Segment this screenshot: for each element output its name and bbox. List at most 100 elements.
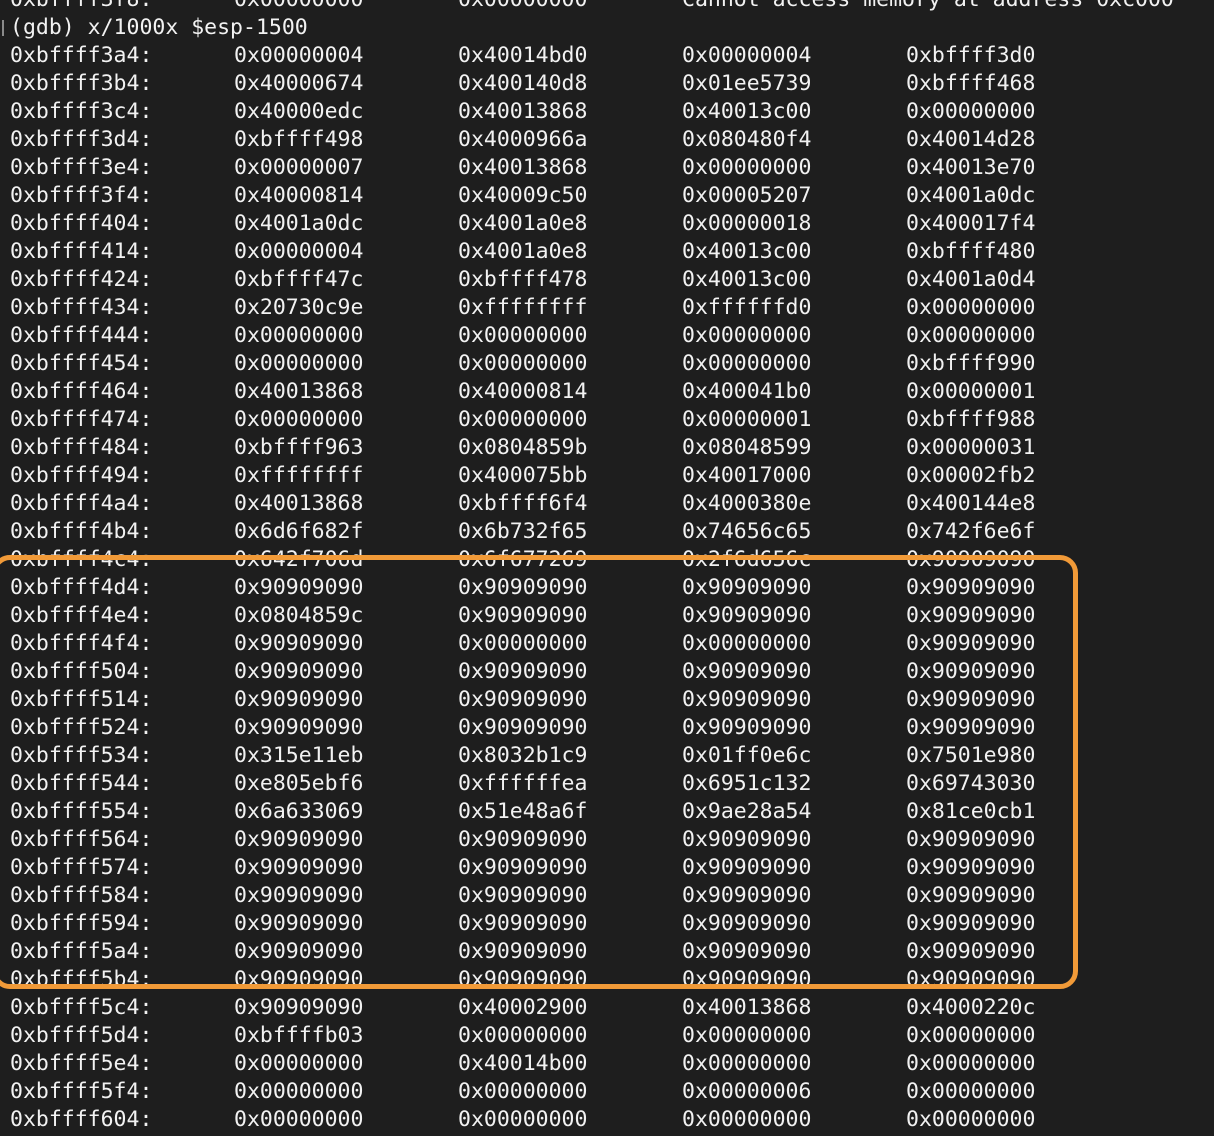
memory-address: 0xbffff554: <box>10 799 153 824</box>
memory-word: 0x00000000 <box>682 1051 812 1076</box>
memory-word: 0x7501e980 <box>906 743 1036 768</box>
memory-word: 0x90909090 <box>906 631 1036 656</box>
memory-word: 0xbffff47c <box>234 267 364 292</box>
memory-word: 0x90909090 <box>906 575 1036 600</box>
memory-word: 0x6951c132 <box>682 771 812 796</box>
memory-address: 0xbffff544: <box>10 771 153 796</box>
memory-word: 0x742f6e6f <box>906 519 1036 544</box>
memory-word: 0x01ee5739 <box>682 71 812 96</box>
memory-word: 0xbffff468 <box>906 71 1036 96</box>
memory-word: 0x400144e8 <box>906 491 1036 516</box>
memory-word: 0x90909090 <box>234 631 364 656</box>
terminal-window[interactable]: 0xbffff3f8: 0x00000000 0x00000000 Cannot… <box>0 0 1214 1136</box>
memory-word: 0x90909090 <box>906 603 1036 628</box>
memory-address: 0xbffff514: <box>10 687 153 712</box>
memory-word: 0x40013868 <box>234 379 364 404</box>
memory-word: 0xbffff988 <box>906 407 1036 432</box>
memory-word: 0x40013868 <box>458 155 588 180</box>
memory-address: 0xbffff524: <box>10 715 153 740</box>
memory-word: 0x90909090 <box>906 939 1036 964</box>
memory-word: 0x40013e70 <box>906 155 1036 180</box>
memory-word: 0x00000000 <box>906 1079 1036 1104</box>
memory-word: 0x9ae28a54 <box>682 799 812 824</box>
memory-word: 0x6b732f65 <box>458 519 588 544</box>
memory-address: 0xbffff3b4: <box>10 71 153 96</box>
memory-word: 0x20730c9e <box>234 295 364 320</box>
memory-word: 0x00000006 <box>682 1079 812 1104</box>
memory-word: 0x00000001 <box>682 407 812 432</box>
memory-address: 0xbffff484: <box>10 435 153 460</box>
memory-address: 0xbffff5a4: <box>10 939 153 964</box>
memory-word: 0x51e48a6f <box>458 799 588 824</box>
memory-address: 0xbffff574: <box>10 855 153 880</box>
memory-word: 0x90909090 <box>906 547 1036 572</box>
memory-word: 0x90909090 <box>682 575 812 600</box>
memory-address: 0xbffff3a4: <box>10 43 153 68</box>
gdb-command-line: (gdb) x/1000x $esp-1500 <box>0 14 1214 42</box>
memory-word: 0xe805ebf6 <box>234 771 364 796</box>
memory-word: 0x90909090 <box>234 855 364 880</box>
memory-word: 0x0804859c <box>234 603 364 628</box>
memory-word: 0x40013c00 <box>682 239 812 264</box>
memory-word: 0x90909090 <box>906 687 1036 712</box>
memory-word: 0x40013868 <box>458 99 588 124</box>
memory-word: 0x00000001 <box>906 379 1036 404</box>
memory-word: 0x00000000 <box>234 351 364 376</box>
memory-address: 0xbffff584: <box>10 883 153 908</box>
memory-word: 0x400041b0 <box>682 379 812 404</box>
memory-address: 0xbffff3c4: <box>10 99 153 124</box>
memory-address: 0xbffff4c4: <box>10 547 153 572</box>
memory-word: 0x90909090 <box>682 659 812 684</box>
prompt-marker <box>2 20 4 36</box>
memory-word: 0x00000000 <box>458 323 588 348</box>
memory-word: 0x90909090 <box>234 967 364 992</box>
memory-word: 0x08048599 <box>682 435 812 460</box>
memory-address: 0xbffff434: <box>10 295 153 320</box>
memory-word: 0x400140d8 <box>458 71 588 96</box>
memory-word: 0x00000000 <box>906 323 1036 348</box>
memory-word: 0x6a633069 <box>234 799 364 824</box>
memory-address: 0xbffff5c4: <box>10 995 153 1020</box>
memory-word: 0x00000000 <box>458 631 588 656</box>
memory-word: 0xbffffb03 <box>234 1023 364 1048</box>
memory-word: 0x00000000 <box>682 631 812 656</box>
memory-word: 0x00000000 <box>458 1107 588 1132</box>
memory-word: 0x40013c00 <box>682 99 812 124</box>
memory-word: 0x4001a0e8 <box>458 211 588 236</box>
memory-address: 0xbffff414: <box>10 239 153 264</box>
memory-address: 0xbffff3f8: <box>10 0 152 14</box>
memory-address: 0xbffff444: <box>10 323 153 348</box>
memory-word: 0x00000000 <box>234 407 364 432</box>
memory-word: 0x40000814 <box>234 183 364 208</box>
memory-word: 0x90909090 <box>234 911 364 936</box>
memory-address: 0xbffff4b4: <box>10 519 153 544</box>
memory-word: 0x00000000 <box>458 0 587 14</box>
memory-address: 0xbffff604: <box>10 1107 153 1132</box>
memory-word: 0x90909090 <box>906 659 1036 684</box>
memory-address: 0xbffff3f4: <box>10 183 153 208</box>
memory-address: 0xbffff494: <box>10 463 153 488</box>
memory-word: 0x40014b00 <box>458 1051 588 1076</box>
memory-word: 0x40014bd0 <box>458 43 588 68</box>
memory-word: 0x00000000 <box>234 323 364 348</box>
memory-word: 0x90909090 <box>906 967 1036 992</box>
memory-word: 0x90909090 <box>682 911 812 936</box>
partial-memory-row: 0xbffff3f8: 0x00000000 0x00000000 Cannot… <box>0 0 1174 14</box>
memory-word: 0x90909090 <box>682 687 812 712</box>
memory-word: 0x90909090 <box>458 827 588 852</box>
memory-word: 0x40000674 <box>234 71 364 96</box>
memory-word: 0x40017000 <box>682 463 812 488</box>
memory-address: 0xbffff4d4: <box>10 575 153 600</box>
memory-word: 0x90909090 <box>682 827 812 852</box>
memory-word: 0x6d6f682f <box>234 519 364 544</box>
memory-word: 0xffffffd0 <box>682 295 812 320</box>
memory-word: 0x00000004 <box>234 43 364 68</box>
memory-word: 0x90909090 <box>682 603 812 628</box>
memory-word: 0x90909090 <box>458 659 588 684</box>
memory-address: 0xbffff5b4: <box>10 967 153 992</box>
memory-word: 0x90909090 <box>458 883 588 908</box>
memory-word: 0x40013868 <box>682 995 812 1020</box>
memory-word: 0x4000380e <box>682 491 812 516</box>
memory-word: 0x90909090 <box>682 967 812 992</box>
memory-word: 0x40009c50 <box>458 183 588 208</box>
